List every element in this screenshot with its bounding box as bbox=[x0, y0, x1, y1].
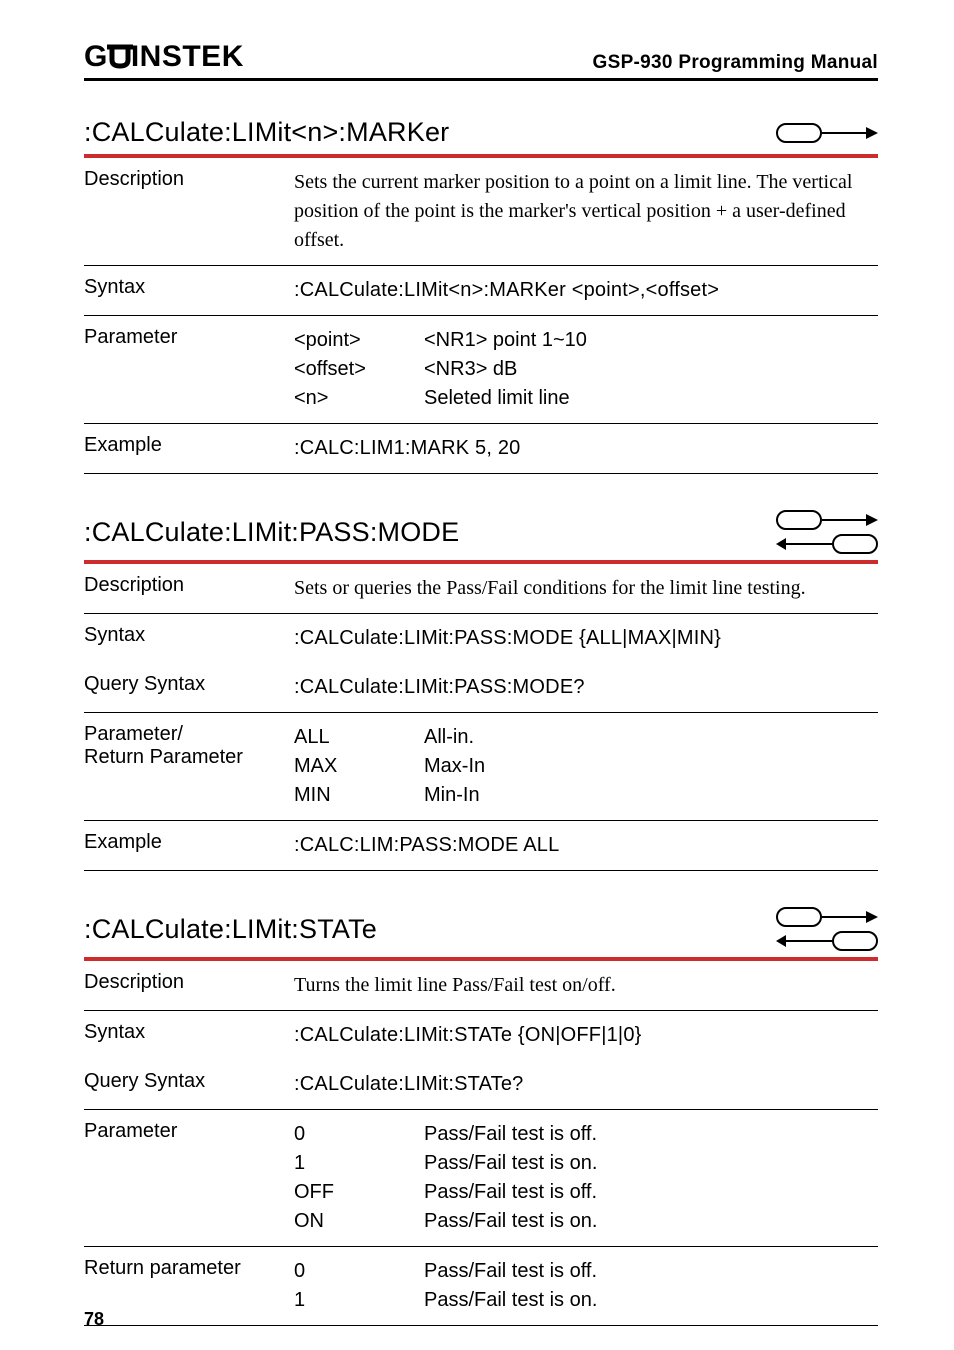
row-content: :CALCulate:LIMit:STATe? bbox=[294, 1070, 878, 1099]
row-content: 0Pass/Fail test is off.1Pass/Fail test i… bbox=[294, 1120, 878, 1236]
definition-row: Example :CALC:LIM1:MARK 5, 20 bbox=[84, 424, 878, 473]
row-content: 0Pass/Fail test is off.1Pass/Fail test i… bbox=[294, 1257, 878, 1315]
row-label: Return parameter bbox=[84, 1257, 294, 1315]
param-key: <point> bbox=[294, 326, 424, 355]
command-section: :CALCulate:LIMit:STATe Description Turns… bbox=[84, 907, 878, 1326]
row-label: Query Syntax bbox=[84, 1070, 294, 1099]
param-value: <NR3> dB bbox=[424, 355, 878, 384]
row-content: Turns the limit line Pass/Fail test on/o… bbox=[294, 971, 878, 1000]
row-value: Sets or queries the Pass/Fail conditions… bbox=[294, 574, 878, 603]
row-value: :CALCulate:LIMit:STATe? bbox=[294, 1070, 878, 1099]
definition-row: Description Sets the current marker posi… bbox=[84, 158, 878, 265]
param-key: MAX bbox=[294, 752, 424, 781]
row-content: <point><NR1> point 1~10<offset><NR3> dB<… bbox=[294, 326, 878, 413]
row-value: :CALCulate:LIMit:PASS:MODE {ALL|MAX|MIN} bbox=[294, 624, 878, 653]
definition-row: Query Syntax :CALCulate:LIMit:PASS:MODE? bbox=[84, 663, 878, 712]
param-value: Seleted limit line bbox=[424, 384, 878, 413]
param-key: <offset> bbox=[294, 355, 424, 384]
definition-row: Parameter <point><NR1> point 1~10<offset… bbox=[84, 316, 878, 423]
row-value: :CALCulate:LIMit<n>:MARKer <point>,<offs… bbox=[294, 276, 878, 305]
row-content: :CALCulate:LIMit<n>:MARKer <point>,<offs… bbox=[294, 276, 878, 305]
definition-row: Syntax :CALCulate:LIMit:STATe {ON|OFF|1|… bbox=[84, 1011, 878, 1060]
manual-title: GSP-930 Programming Manual bbox=[593, 52, 878, 74]
page-number: 78 bbox=[84, 1309, 104, 1330]
row-label: Query Syntax bbox=[84, 673, 294, 702]
row-label: Description bbox=[84, 574, 294, 603]
param-value: Pass/Fail test is off. bbox=[424, 1257, 878, 1286]
definition-row: Query Syntax :CALCulate:LIMit:STATe? bbox=[84, 1060, 878, 1109]
param-key: 1 bbox=[294, 1149, 424, 1178]
row-content: :CALC:LIM1:MARK 5, 20 bbox=[294, 434, 878, 463]
param-value: Pass/Fail test is off. bbox=[424, 1178, 878, 1207]
parameter-grid: <point><NR1> point 1~10<offset><NR3> dB<… bbox=[294, 326, 878, 413]
definition-row: Example :CALC:LIM:PASS:MODE ALL bbox=[84, 821, 878, 870]
command-section: :CALCulate:LIMit<n>:MARKer Description S… bbox=[84, 117, 878, 474]
row-value: :CALCulate:LIMit:PASS:MODE? bbox=[294, 673, 878, 702]
parameter-grid: 0Pass/Fail test is off.1Pass/Fail test i… bbox=[294, 1120, 878, 1236]
command-section: :CALCulate:LIMit:PASS:MODE Description S… bbox=[84, 510, 878, 871]
definition-row: Syntax :CALCulate:LIMit:PASS:MODE {ALL|M… bbox=[84, 614, 878, 663]
row-label: Syntax bbox=[84, 624, 294, 653]
query-icon bbox=[776, 534, 878, 554]
param-key: MIN bbox=[294, 781, 424, 810]
param-key: ALL bbox=[294, 723, 424, 752]
definition-row: Description Sets or queries the Pass/Fai… bbox=[84, 564, 878, 613]
param-value: Pass/Fail test is on. bbox=[424, 1286, 878, 1315]
param-value: Pass/Fail test is on. bbox=[424, 1149, 878, 1178]
row-content: :CALC:LIM:PASS:MODE ALL bbox=[294, 831, 878, 860]
section-title: :CALCulate:LIMit:STATe bbox=[84, 914, 377, 945]
row-value: :CALC:LIM1:MARK 5, 20 bbox=[294, 434, 878, 463]
parameter-grid: ALLAll-in.MAXMax-InMINMin-In bbox=[294, 723, 878, 810]
brand-logo: G INSTEK bbox=[84, 40, 244, 74]
param-key: 1 bbox=[294, 1286, 424, 1315]
section-title: :CALCulate:LIMit:PASS:MODE bbox=[84, 517, 459, 548]
definition-row: Parameter/Return Parameter ALLAll-in.MAX… bbox=[84, 713, 878, 820]
param-value: Max-In bbox=[424, 752, 878, 781]
set-icon bbox=[776, 510, 878, 530]
set-icon bbox=[776, 907, 878, 927]
row-label: Description bbox=[84, 971, 294, 1000]
definition-row: Parameter 0Pass/Fail test is off.1Pass/F… bbox=[84, 1110, 878, 1246]
param-key: <n> bbox=[294, 384, 424, 413]
row-label: Parameter/Return Parameter bbox=[84, 723, 294, 810]
row-label: Syntax bbox=[84, 276, 294, 305]
param-key: 0 bbox=[294, 1120, 424, 1149]
row-content: :CALCulate:LIMit:PASS:MODE? bbox=[294, 673, 878, 702]
query-icon bbox=[776, 931, 878, 951]
row-label: Parameter bbox=[84, 1120, 294, 1236]
param-key: OFF bbox=[294, 1178, 424, 1207]
param-key: 0 bbox=[294, 1257, 424, 1286]
row-content: :CALCulate:LIMit:PASS:MODE {ALL|MAX|MIN} bbox=[294, 624, 878, 653]
row-label: Syntax bbox=[84, 1021, 294, 1050]
param-value: Min-In bbox=[424, 781, 878, 810]
row-label: Description bbox=[84, 168, 294, 255]
row-content: ALLAll-in.MAXMax-InMINMin-In bbox=[294, 723, 878, 810]
row-value: Sets the current marker position to a po… bbox=[294, 168, 878, 255]
row-content: :CALCulate:LIMit:STATe {ON|OFF|1|0} bbox=[294, 1021, 878, 1050]
page-header: G INSTEK GSP-930 Programming Manual bbox=[84, 40, 878, 81]
param-value: <NR1> point 1~10 bbox=[424, 326, 878, 355]
row-value: Turns the limit line Pass/Fail test on/o… bbox=[294, 971, 878, 1000]
row-value: :CALC:LIM:PASS:MODE ALL bbox=[294, 831, 878, 860]
param-value: All-in. bbox=[424, 723, 878, 752]
row-label: Example bbox=[84, 831, 294, 860]
set-icon bbox=[776, 123, 878, 143]
row-label: Example bbox=[84, 434, 294, 463]
param-key: ON bbox=[294, 1207, 424, 1236]
section-title: :CALCulate:LIMit<n>:MARKer bbox=[84, 117, 449, 148]
row-value: :CALCulate:LIMit:STATe {ON|OFF|1|0} bbox=[294, 1021, 878, 1050]
definition-row: Description Turns the limit line Pass/Fa… bbox=[84, 961, 878, 1010]
row-content: Sets or queries the Pass/Fail conditions… bbox=[294, 574, 878, 603]
definition-row: Return parameter 0Pass/Fail test is off.… bbox=[84, 1247, 878, 1325]
definition-row: Syntax :CALCulate:LIMit<n>:MARKer <point… bbox=[84, 266, 878, 315]
row-label: Parameter bbox=[84, 326, 294, 413]
row-content: Sets the current marker position to a po… bbox=[294, 168, 878, 255]
parameter-grid: 0Pass/Fail test is off.1Pass/Fail test i… bbox=[294, 1257, 878, 1315]
param-value: Pass/Fail test is on. bbox=[424, 1207, 878, 1236]
param-value: Pass/Fail test is off. bbox=[424, 1120, 878, 1149]
